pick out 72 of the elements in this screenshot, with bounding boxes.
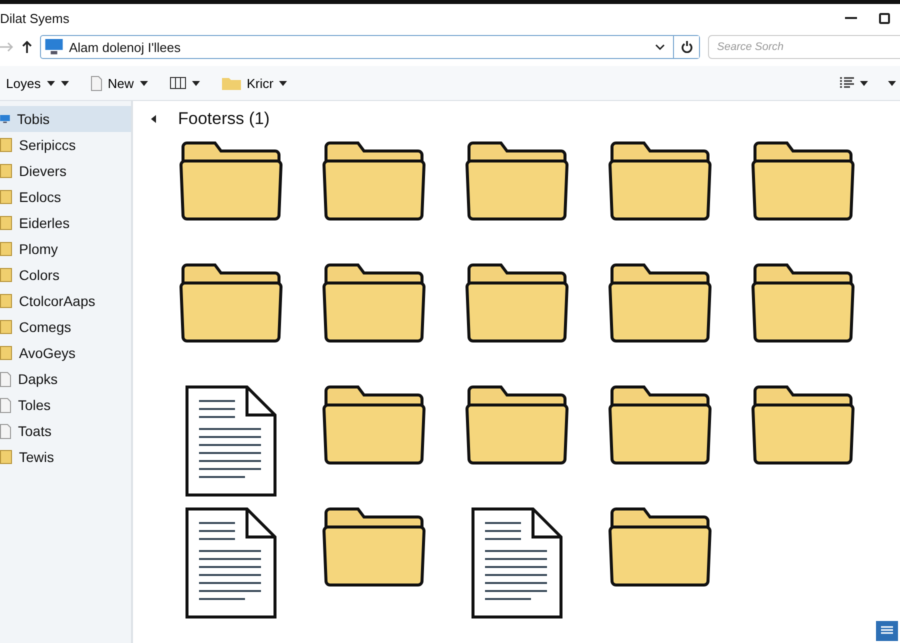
folder-icon (0, 294, 12, 308)
caret-icon (860, 80, 868, 86)
caret-icon (888, 80, 896, 86)
folder-icon (0, 242, 12, 256)
sidebar-item[interactable]: CtolcorAaps (0, 288, 131, 314)
folder-icon (222, 76, 241, 90)
collapse-icon[interactable] (151, 115, 156, 123)
window-title: Dilat Syems (0, 10, 70, 26)
folder-icon[interactable] (750, 385, 854, 465)
folder-icon[interactable] (464, 385, 568, 465)
sidebar-item[interactable]: Plomy (0, 236, 131, 262)
folder-icon[interactable] (750, 263, 854, 343)
folder-icon (0, 320, 12, 334)
folder-icon[interactable] (608, 507, 712, 587)
toolbar-button[interactable]: Kricr (220, 74, 290, 92)
menu-icon (881, 626, 893, 636)
sidebar-item[interactable]: Tobis (0, 106, 131, 132)
chevron-down-icon[interactable] (655, 44, 665, 50)
folder-icon (0, 138, 12, 152)
sidebar-item[interactable]: Tewis (0, 444, 131, 470)
sidebar-item[interactable]: Toats (0, 418, 131, 444)
folder-icon[interactable] (608, 263, 712, 343)
toolbar-button[interactable]: Loyes (4, 74, 71, 92)
view-options-button[interactable] (838, 75, 870, 91)
folder-icon (0, 450, 12, 464)
folder-icon[interactable] (322, 263, 426, 343)
address-bar[interactable]: Alam dolenoj I'llees (40, 35, 700, 59)
folder-icon (0, 216, 12, 230)
details-view-button[interactable] (876, 621, 898, 641)
power-icon (680, 41, 692, 53)
document-icon (90, 76, 102, 90)
sidebar-item[interactable]: Seripiccs (0, 132, 131, 158)
sidebar-item[interactable]: Dievers (0, 158, 131, 184)
folder-icon (0, 268, 12, 282)
folder-icon[interactable] (608, 385, 712, 465)
sidebar-item[interactable]: Toles (0, 392, 131, 418)
caret-icon (140, 80, 148, 86)
folder-icon (0, 164, 12, 178)
monitor-icon (0, 114, 10, 124)
folder-icon[interactable] (178, 263, 282, 343)
sidebar-item[interactable]: AvoGeys (0, 340, 131, 366)
folder-icon[interactable] (750, 141, 854, 221)
folder-icon[interactable] (322, 507, 426, 587)
folder-icon[interactable] (608, 141, 712, 221)
refresh-button[interactable] (673, 36, 699, 58)
document-icon[interactable] (184, 385, 276, 497)
columns-icon (170, 77, 186, 89)
search-field[interactable]: Searce Sorch (708, 35, 900, 59)
sidebar-item[interactable]: Colors (0, 262, 131, 288)
monitor-icon (45, 39, 63, 55)
sidebar-item[interactable]: Dapks (0, 366, 131, 392)
sidebar-item[interactable]: Eiderles (0, 210, 131, 236)
caret-icon (192, 80, 200, 86)
toolbar-button[interactable]: New (88, 74, 150, 92)
folder-icon[interactable] (464, 263, 568, 343)
list-icon (840, 77, 854, 89)
folder-icon[interactable] (464, 141, 568, 221)
folder-icon[interactable] (178, 141, 282, 221)
address-path: Alam dolenoj I'llees (69, 40, 182, 54)
folder-icon[interactable] (322, 385, 426, 465)
group-heading: Footerss (1) (178, 109, 270, 129)
folder-icon (0, 190, 12, 204)
document-icon[interactable] (470, 507, 562, 619)
maximize-icon[interactable] (879, 12, 890, 24)
sidebar-item[interactable]: Eolocs (0, 184, 131, 210)
up-arrow-icon[interactable] (22, 41, 32, 53)
caret-icon (279, 80, 288, 86)
sidebar-item[interactable]: Comegs (0, 314, 131, 340)
view-button[interactable] (168, 75, 202, 91)
document-icon[interactable] (184, 507, 276, 619)
folder-icon[interactable] (322, 141, 426, 221)
folder-icon (0, 346, 12, 360)
